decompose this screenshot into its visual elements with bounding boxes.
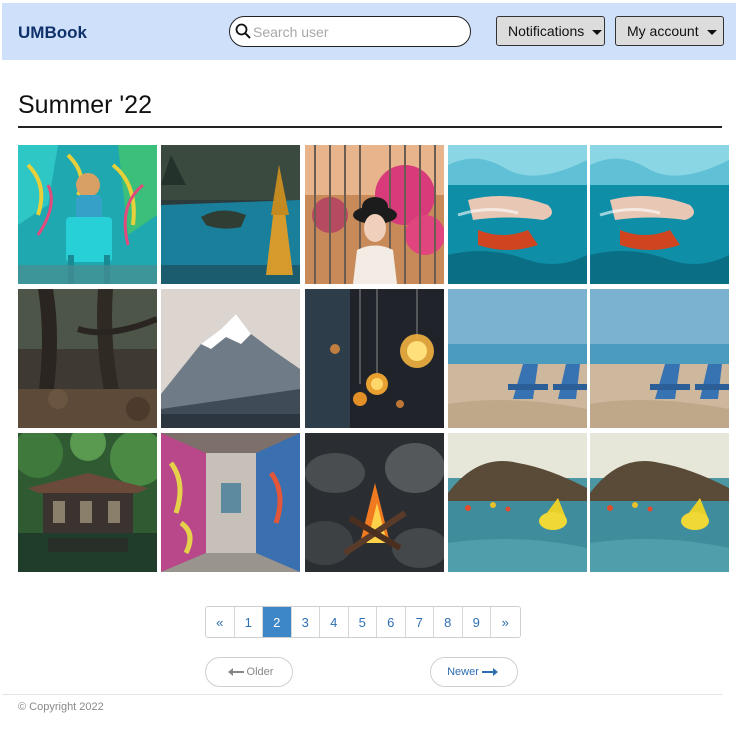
older-label: Older xyxy=(246,666,274,678)
footer-divider xyxy=(2,694,722,695)
photo-tile[interactable] xyxy=(590,433,729,572)
page-8-button[interactable]: 8 xyxy=(434,607,463,637)
photo-tile[interactable] xyxy=(590,289,729,428)
page-first-button[interactable]: « xyxy=(206,607,235,637)
newer-label: Newer xyxy=(447,666,479,678)
photo-tile[interactable] xyxy=(590,145,729,284)
arrow-left-icon xyxy=(227,668,244,676)
my-account-dropdown[interactable]: My account xyxy=(615,16,724,46)
page-5-button[interactable]: 5 xyxy=(348,607,377,637)
search-box[interactable] xyxy=(229,16,471,47)
pagination: « 1 2 3 4 5 6 7 8 9 » xyxy=(205,606,521,638)
my-account-label: My account xyxy=(627,23,699,39)
page-2-button[interactable]: 2 xyxy=(263,607,292,637)
photo-tile[interactable] xyxy=(448,433,587,572)
newer-button[interactable]: Newer xyxy=(430,657,518,687)
photo-tile[interactable] xyxy=(18,289,157,428)
page-9-button[interactable]: 9 xyxy=(462,607,491,637)
caret-down-icon xyxy=(706,29,717,35)
photo-tile[interactable] xyxy=(305,433,444,572)
photo-tile[interactable] xyxy=(305,145,444,284)
album-title: Summer '22 xyxy=(18,91,152,119)
page-6-button[interactable]: 6 xyxy=(377,607,406,637)
page-3-button[interactable]: 3 xyxy=(291,607,320,637)
photo-tile[interactable] xyxy=(448,145,587,284)
page-7-button[interactable]: 7 xyxy=(405,607,434,637)
search-input[interactable] xyxy=(253,22,453,42)
top-navbar: UMBook Notifications My account xyxy=(2,3,736,60)
arrow-right-icon xyxy=(481,668,498,676)
photo-tile[interactable] xyxy=(448,289,587,428)
photo-tile[interactable] xyxy=(161,145,300,284)
page-4-button[interactable]: 4 xyxy=(320,607,349,637)
photo-tile[interactable] xyxy=(161,289,300,428)
search-icon xyxy=(235,23,251,39)
older-button[interactable]: Older xyxy=(205,657,293,687)
photo-tile[interactable] xyxy=(305,289,444,428)
photo-tile[interactable] xyxy=(18,145,157,284)
copyright-text: © Copyright 2022 xyxy=(18,701,104,713)
caret-down-icon xyxy=(592,29,603,35)
page-last-button[interactable]: » xyxy=(491,607,520,637)
page-1-button[interactable]: 1 xyxy=(234,607,263,637)
photo-tile[interactable] xyxy=(161,433,300,572)
photo-tile[interactable] xyxy=(18,433,157,572)
photo-grid xyxy=(18,145,729,572)
notifications-label: Notifications xyxy=(508,23,585,39)
title-divider xyxy=(18,126,722,128)
notifications-dropdown[interactable]: Notifications xyxy=(496,16,605,46)
brand-logo[interactable]: UMBook xyxy=(18,23,87,43)
